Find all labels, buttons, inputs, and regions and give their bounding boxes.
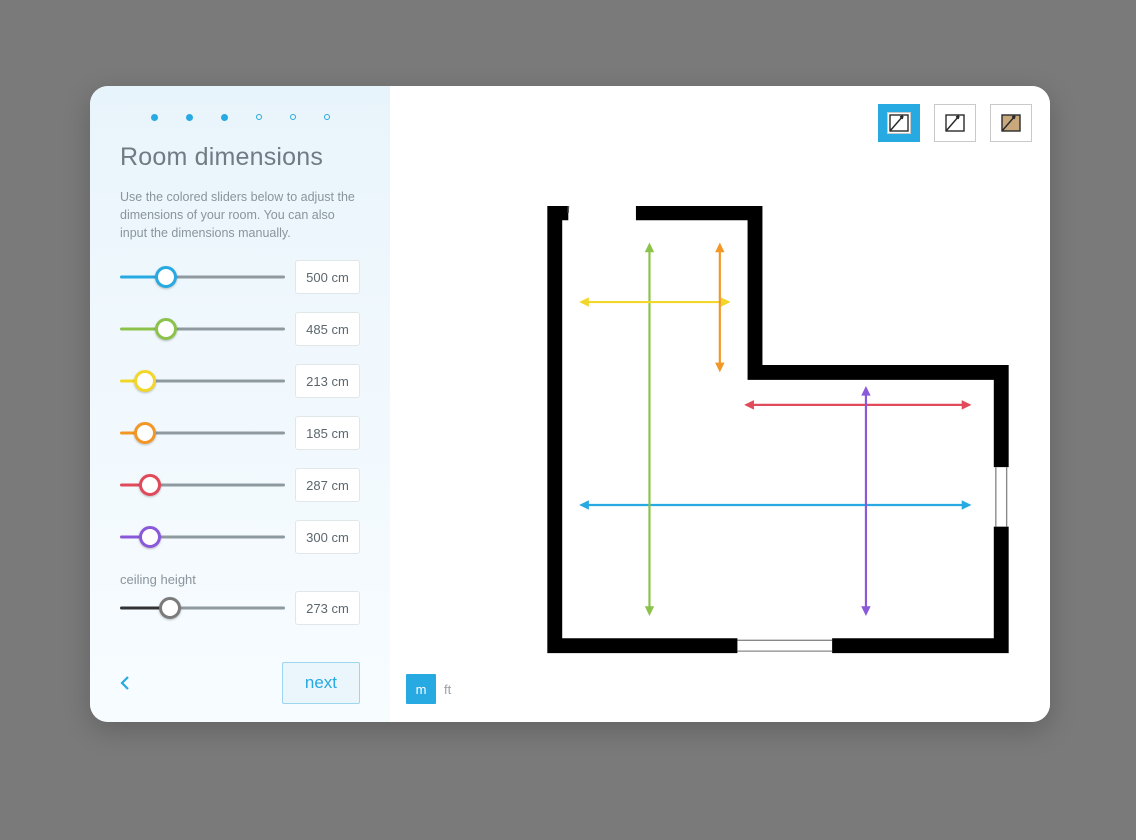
dimension-row-orange: 185 cm <box>120 416 360 450</box>
progress-dot <box>256 114 262 120</box>
progress-dots <box>120 114 360 121</box>
progress-dot <box>324 114 330 120</box>
wizard-card: Room dimensions Use the colored sliders … <box>90 86 1050 722</box>
dimension-input-green[interactable]: 485 cm <box>295 312 360 346</box>
chevron-left-icon <box>120 676 130 690</box>
dimension-row-blue: 500 cm <box>120 260 360 294</box>
dimension-slider-yellow[interactable] <box>120 371 285 391</box>
unit-imperial[interactable]: ft <box>444 682 451 697</box>
view-mode-grey[interactable] <box>934 104 976 142</box>
unit-metric[interactable]: m <box>406 674 436 704</box>
dimension-slider-purple[interactable] <box>120 527 285 547</box>
next-button[interactable]: next <box>282 662 360 704</box>
dimension-slider-blue[interactable] <box>120 267 285 287</box>
ceiling-height-label: ceiling height <box>120 572 360 587</box>
ceiling-height-row: 273 cm <box>120 591 360 625</box>
dimension-row-purple: 300 cm <box>120 520 360 554</box>
view-mode-outline[interactable] <box>878 104 920 142</box>
dimension-slider-green[interactable] <box>120 319 285 339</box>
dimension-slider-orange[interactable] <box>120 423 285 443</box>
dimension-input-red[interactable]: 287 cm <box>295 468 360 502</box>
dimension-input-purple[interactable]: 300 cm <box>295 520 360 554</box>
dimension-input-blue[interactable]: 500 cm <box>295 260 360 294</box>
dimension-thumb-yellow[interactable] <box>134 370 156 392</box>
dimension-row-green: 485 cm <box>120 312 360 346</box>
ceiling-height-slider[interactable] <box>120 598 285 618</box>
floor-plan[interactable] <box>538 206 1018 666</box>
dimension-slider-red[interactable] <box>120 475 285 495</box>
dimension-thumb-red[interactable] <box>139 474 161 496</box>
canvas-area: m ft <box>390 86 1050 722</box>
dimension-row-red: 287 cm <box>120 468 360 502</box>
page-description: Use the colored sliders below to adjust … <box>120 188 360 242</box>
view-mode-switcher <box>878 104 1032 142</box>
progress-dot <box>151 114 158 121</box>
dimension-input-orange[interactable]: 185 cm <box>295 416 360 450</box>
ceiling-height-input[interactable]: 273 cm <box>295 591 360 625</box>
ceiling-height-thumb[interactable] <box>159 597 181 619</box>
dimension-thumb-green[interactable] <box>155 318 177 340</box>
back-button[interactable] <box>120 671 136 695</box>
dimension-thumb-blue[interactable] <box>155 266 177 288</box>
sidebar: Room dimensions Use the colored sliders … <box>90 86 390 722</box>
dimension-input-yellow[interactable]: 213 cm <box>295 364 360 398</box>
progress-dot <box>290 114 296 120</box>
page-title: Room dimensions <box>120 143 360 172</box>
slider-list: 500 cm 485 cm 213 cm 185 cm 287 cm 300 cm <box>120 260 360 554</box>
dimension-row-yellow: 213 cm <box>120 364 360 398</box>
unit-toggle: m ft <box>406 674 451 704</box>
dimension-thumb-orange[interactable] <box>134 422 156 444</box>
progress-dot <box>186 114 193 121</box>
view-mode-shaded[interactable] <box>990 104 1032 142</box>
dimension-thumb-purple[interactable] <box>139 526 161 548</box>
progress-dot <box>221 114 228 121</box>
